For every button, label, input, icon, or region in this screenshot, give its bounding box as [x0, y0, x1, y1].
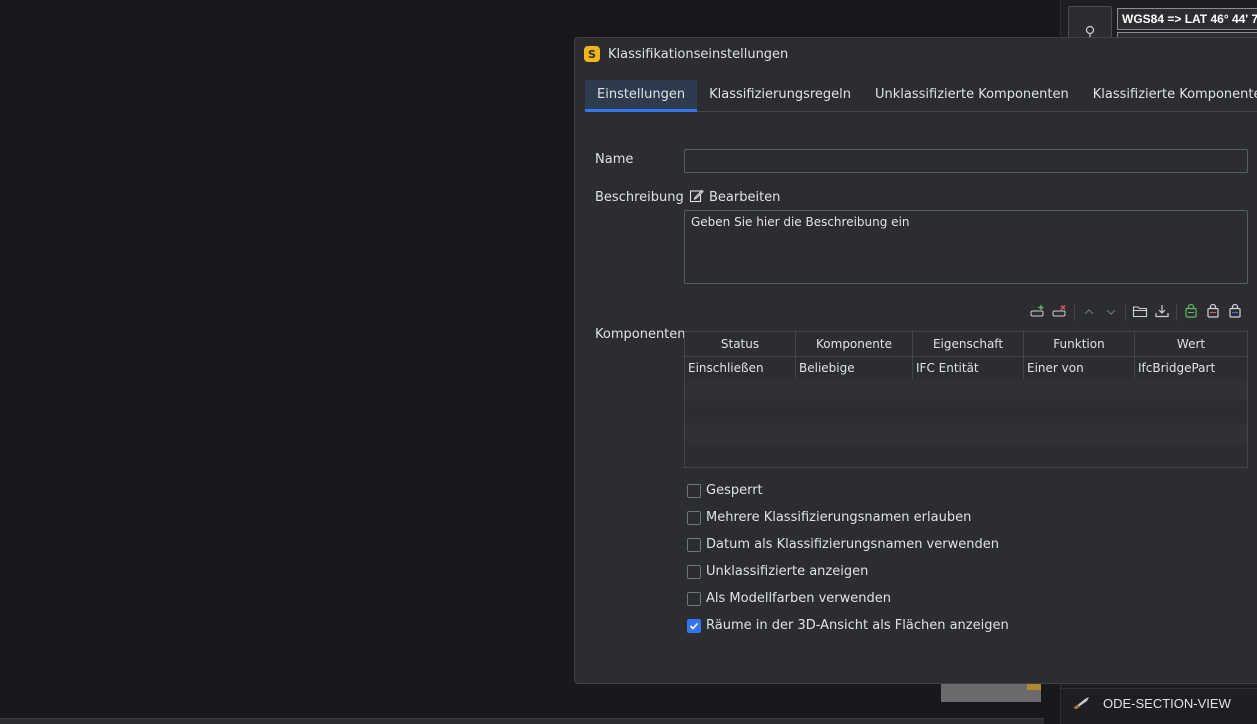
checkbox-label: Unklassifizierte anzeigen — [706, 564, 869, 579]
blue-bag-button[interactable] — [1224, 303, 1246, 323]
checkbox[interactable] — [687, 510, 701, 525]
column-header-wert[interactable]: Wert — [1135, 332, 1247, 356]
checkbox[interactable] — [687, 591, 701, 606]
components-toolbar — [1027, 303, 1246, 323]
table-cell[interactable]: IFC Entität — [913, 357, 1024, 379]
tab-bar: Einstellungen Klassifizierungsregeln Unk… — [585, 80, 1257, 112]
red-bag-button[interactable] — [1202, 303, 1224, 323]
column-header-eigenschaft[interactable]: Eigenschaft — [913, 332, 1024, 356]
classification-settings-dialog: S Klassifikationseinstellungen Einstellu… — [574, 37, 1257, 684]
tab-einstellungen[interactable]: Einstellungen — [585, 80, 698, 112]
section-view-item[interactable]: ODE-SECTION-VIEW — [1061, 688, 1257, 718]
empty-table-row — [685, 401, 1247, 423]
chevron-up-icon — [1083, 306, 1095, 321]
options-checkbox-list: Gesperrt Mehrere Klassifizierungsnamen e… — [687, 477, 1009, 639]
coordinate-readout: WGS84 => LAT 46° 44' 7 — [1117, 8, 1257, 30]
empty-table-row — [685, 423, 1247, 445]
dialog-titlebar[interactable]: S Klassifikationseinstellungen — [575, 38, 1257, 70]
move-up-button[interactable] — [1078, 303, 1100, 323]
name-input[interactable] — [684, 149, 1248, 173]
import-button[interactable] — [1151, 303, 1173, 323]
description-textarea[interactable] — [684, 210, 1248, 284]
open-folder-button[interactable] — [1129, 303, 1151, 323]
checkbox-label: Räume in der 3D-Ansicht als Flächen anze… — [706, 618, 1009, 633]
dialog-title: Klassifikationseinstellungen — [608, 46, 789, 62]
blue-bag-icon — [1228, 303, 1242, 322]
toolbar-separator — [1125, 305, 1126, 321]
red-bag-icon — [1206, 303, 1220, 322]
option-modellfarben[interactable]: Als Modellfarben verwenden — [687, 585, 1009, 612]
option-mehrere-namen[interactable]: Mehrere Klassifizierungsnamen erlauben — [687, 504, 1009, 531]
option-raeume-als-flaechen[interactable]: Räume in der 3D-Ansicht als Flächen anze… — [687, 612, 1009, 639]
checkmark-icon — [689, 622, 699, 630]
edit-description-label: Bearbeiten — [709, 190, 781, 205]
edit-pencil-icon — [689, 188, 704, 207]
app-logo-icon: S — [584, 46, 600, 62]
checkbox-label: Mehrere Klassifizierungsnamen erlauben — [706, 510, 972, 525]
tab-klassifizierungsregeln[interactable]: Klassifizierungsregeln — [697, 80, 863, 112]
checkbox-label: Als Modellfarben verwenden — [706, 591, 891, 606]
checkbox[interactable] — [687, 564, 701, 579]
toolbar-separator — [1074, 305, 1075, 321]
name-label: Name — [595, 152, 634, 167]
option-gesperrt[interactable]: Gesperrt — [687, 477, 1009, 504]
description-label: Beschreibung — [595, 190, 684, 205]
tab-klassifizierte-komponenten[interactable]: Klassifizierte Komponenten — [1081, 80, 1257, 112]
table-cell[interactable]: Einschließen — [685, 357, 796, 379]
table-cell[interactable]: IfcBridgePart — [1135, 357, 1247, 379]
move-down-button[interactable] — [1100, 303, 1122, 323]
green-bag-button[interactable] — [1180, 303, 1202, 323]
add-row-button[interactable] — [1027, 303, 1049, 323]
bottom-status-strip — [0, 718, 1044, 724]
checkbox[interactable] — [687, 537, 701, 552]
thumbnail-preview — [941, 682, 1041, 702]
table-header: Status Komponente Eigenschaft Funktion W… — [685, 332, 1247, 357]
empty-table-row — [685, 379, 1247, 401]
column-header-komponente[interactable]: Komponente — [796, 332, 913, 356]
column-header-funktion[interactable]: Funktion — [1024, 332, 1135, 356]
download-icon — [1154, 304, 1170, 322]
green-bag-icon — [1184, 303, 1198, 322]
checkbox-label: Gesperrt — [706, 483, 763, 498]
table-cell[interactable]: Einer von — [1024, 357, 1135, 379]
checkbox-checked[interactable] — [687, 618, 701, 633]
components-table: Status Komponente Eigenschaft Funktion W… — [684, 331, 1248, 468]
tab-unklassifizierte-komponenten[interactable]: Unklassifizierte Komponenten — [863, 80, 1081, 112]
remove-row-button[interactable] — [1049, 303, 1071, 323]
section-view-label: ODE-SECTION-VIEW — [1103, 696, 1231, 711]
checkbox-label: Datum als Klassifizierungsnamen verwende… — [706, 537, 999, 552]
option-unklassifizierte-anzeigen[interactable]: Unklassifizierte anzeigen — [687, 558, 1009, 585]
table-cell[interactable]: Beliebige — [796, 357, 913, 379]
components-label: Komponenten — [595, 327, 686, 342]
folder-icon — [1132, 304, 1148, 322]
remove-row-icon — [1052, 304, 1068, 322]
option-datum-als-namen[interactable]: Datum als Klassifizierungsnamen verwende… — [687, 531, 1009, 558]
add-row-icon — [1030, 304, 1046, 322]
checkbox[interactable] — [687, 483, 701, 498]
chevron-down-icon — [1105, 306, 1117, 321]
edit-description-button[interactable]: Bearbeiten — [689, 188, 780, 207]
column-header-status[interactable]: Status — [685, 332, 796, 356]
toolbar-separator — [1176, 305, 1177, 321]
table-row[interactable]: Einschließen Beliebige IFC Entität Einer… — [685, 357, 1247, 379]
knife-icon — [1073, 695, 1093, 712]
